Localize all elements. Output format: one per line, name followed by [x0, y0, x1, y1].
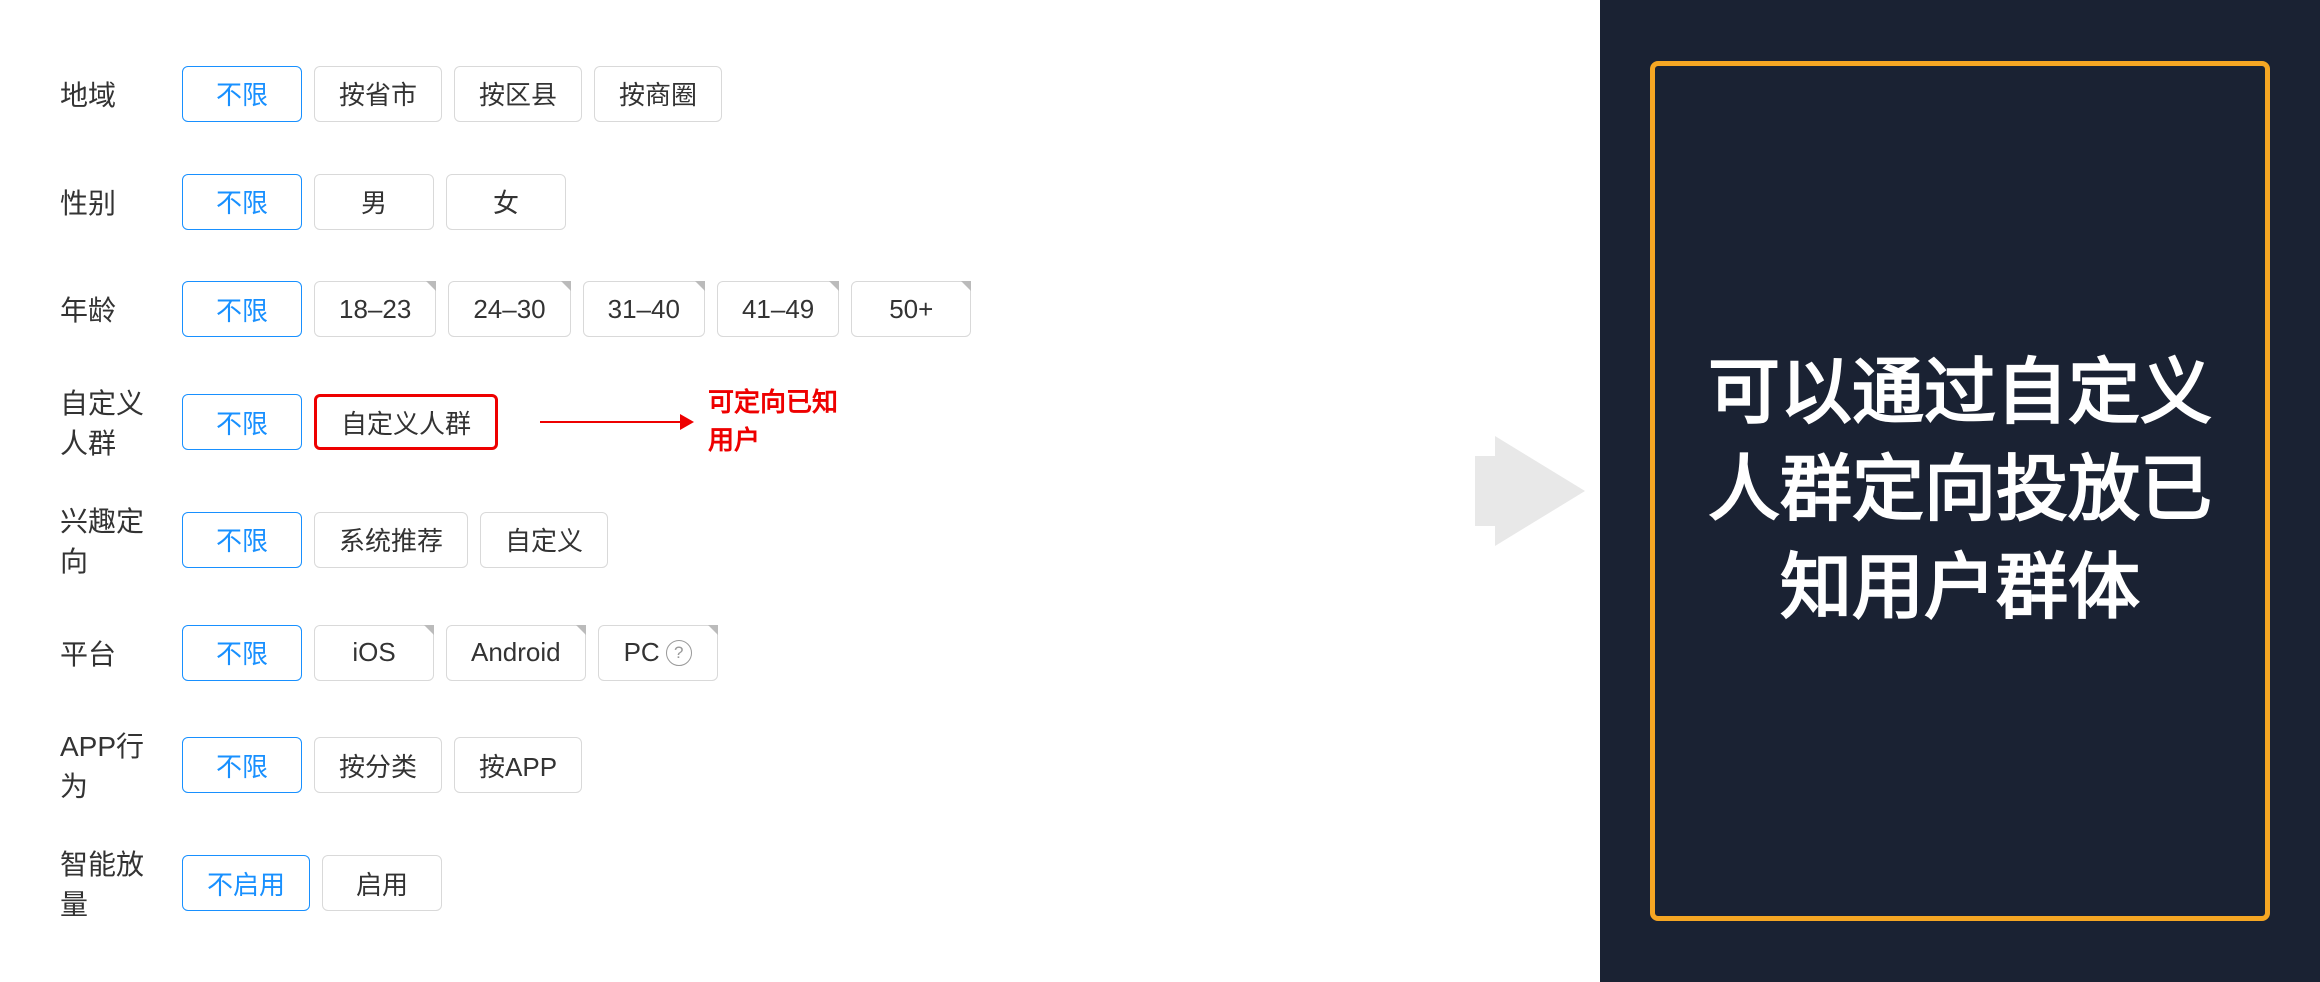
btn-age-41–49[interactable]: 41–49 [717, 281, 839, 337]
btn-smart-delivery-启用[interactable]: 启用 [322, 855, 442, 911]
right-panel: 可以通过自定义人群定向投放已知用户群体 [1600, 0, 2320, 982]
btn-app-behavior-不限[interactable]: 不限 [182, 737, 302, 793]
right-border-box: 可以通过自定义人群定向投放已知用户群体 [1650, 61, 2270, 921]
btn-app-behavior-按分类[interactable]: 按分类 [314, 737, 442, 793]
btn-region-按商圈[interactable]: 按商圈 [594, 66, 722, 122]
chevron-icon [426, 281, 436, 291]
btn-region-按省市[interactable]: 按省市 [314, 66, 442, 122]
btn-platform-Android[interactable]: Android [446, 625, 586, 681]
row-custom-audience: 自定义人群不限自定义人群 可定向已知用户 [60, 382, 1420, 462]
chevron-icon [561, 281, 571, 291]
label-smart-delivery: 智能放量 [60, 843, 170, 923]
left-panel: 地域不限按省市按区县按商圈性别不限男女年龄不限18–2324–3031–4041… [0, 0, 1480, 982]
btn-platform-PC[interactable]: PC? [598, 625, 718, 681]
btn-interest-不限[interactable]: 不限 [182, 512, 302, 568]
chevron-icon [424, 625, 434, 635]
btn-age-18–23[interactable]: 18–23 [314, 281, 436, 337]
row-platform: 平台不限iOSAndroidPC? [60, 618, 1420, 688]
annotation-wrapper: 可定向已知用户 [540, 384, 848, 459]
btn-custom-audience-自定义人群[interactable]: 自定义人群 [314, 394, 498, 450]
btn-gender-男[interactable]: 男 [314, 174, 434, 230]
btn-platform-iOS[interactable]: iOS [314, 625, 434, 681]
chevron-icon [829, 281, 839, 291]
label-interest: 兴趣定向 [60, 500, 170, 580]
annotation-line [540, 421, 680, 424]
btn-region-按区县[interactable]: 按区县 [454, 66, 582, 122]
label-gender: 性别 [60, 182, 170, 222]
label-app-behavior: APP行为 [60, 725, 170, 805]
chevron-icon [576, 625, 586, 635]
row-gender: 性别不限男女 [60, 167, 1420, 237]
chevron-icon [708, 625, 718, 635]
btn-app-behavior-按APP[interactable]: 按APP [454, 737, 582, 793]
btn-platform-不限[interactable]: 不限 [182, 625, 302, 681]
row-smart-delivery: 智能放量不启用启用 [60, 843, 1420, 923]
btn-age-31–40[interactable]: 31–40 [583, 281, 705, 337]
btn-age-50+[interactable]: 50+ [851, 281, 971, 337]
question-icon[interactable]: ? [666, 640, 692, 666]
btn-custom-audience-不限[interactable]: 不限 [182, 394, 302, 450]
btn-interest-系统推荐[interactable]: 系统推荐 [314, 512, 468, 568]
row-app-behavior: APP行为不限按分类按APP [60, 725, 1420, 805]
btn-gender-不限[interactable]: 不限 [182, 174, 302, 230]
chevron-icon [695, 281, 705, 291]
arrow-divider [1480, 0, 1600, 982]
label-platform: 平台 [60, 633, 170, 673]
label-custom-audience: 自定义人群 [60, 382, 170, 462]
row-age: 年龄不限18–2324–3031–4041–4950+ [60, 274, 1420, 344]
right-panel-text: 可以通过自定义人群定向投放已知用户群体 [1695, 345, 2225, 637]
btn-smart-delivery-不启用[interactable]: 不启用 [182, 855, 310, 911]
btn-gender-女[interactable]: 女 [446, 174, 566, 230]
btn-age-不限[interactable]: 不限 [182, 281, 302, 337]
btn-age-24–30[interactable]: 24–30 [448, 281, 570, 337]
annotation-text: 可定向已知用户 [708, 384, 848, 459]
btn-interest-自定义[interactable]: 自定义 [480, 512, 608, 568]
chevron-icon [961, 281, 971, 291]
row-interest: 兴趣定向不限系统推荐自定义 [60, 500, 1420, 580]
row-region: 地域不限按省市按区县按商圈 [60, 59, 1420, 129]
big-arrow-icon [1495, 436, 1585, 546]
label-region: 地域 [60, 74, 170, 114]
btn-region-不限[interactable]: 不限 [182, 66, 302, 122]
annotation-arrowhead [680, 414, 694, 430]
label-age: 年龄 [60, 289, 170, 329]
